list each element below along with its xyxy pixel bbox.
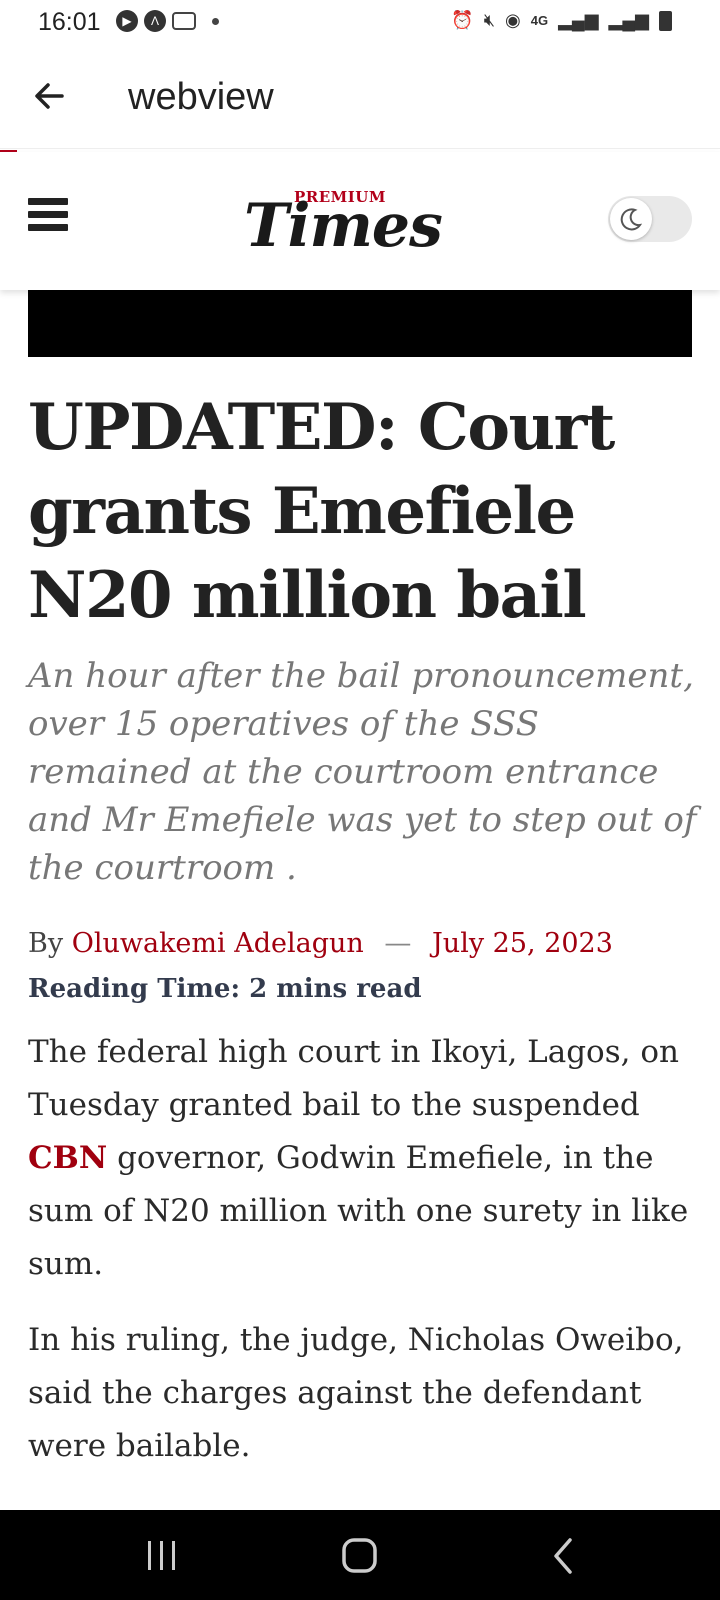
article-paragraph: In his ruling, the judge, Nicholas Oweib… xyxy=(28,1322,684,1464)
moon-icon xyxy=(620,208,643,231)
ad-banner xyxy=(28,290,692,357)
recent-apps-button[interactable] xyxy=(138,1532,186,1580)
alarm-icon: ⏰ xyxy=(451,10,474,30)
hotspot-icon: ◉ xyxy=(505,10,521,30)
article-paragraph: The federal high court in Ikoyi, Lagos, … xyxy=(28,1026,692,1291)
mute-icon: 🔇︎ xyxy=(483,10,496,30)
hamburger-icon-bar xyxy=(28,211,68,218)
app-bar-title: webview xyxy=(128,76,274,118)
back-nav-button[interactable] xyxy=(540,1532,588,1580)
signal-icon: ▂▄▆ xyxy=(558,10,599,30)
logo-times-text: Times xyxy=(244,191,443,261)
home-icon xyxy=(342,1538,377,1573)
chevron-left-icon xyxy=(554,1538,572,1574)
notification-icons: ▶ Λ xyxy=(116,10,219,32)
back-arrow-icon xyxy=(35,83,64,109)
byline: By Oluwakemi Adelagun — July 25, 2023 xyxy=(28,928,613,959)
battery-icon xyxy=(659,10,672,31)
system-icons: ⏰ 🔇︎ ◉ 4G ▂▄▆ ▂▄▆ xyxy=(451,10,672,31)
play-icon: ▶ xyxy=(116,10,138,32)
hamburger-icon-bar xyxy=(28,198,68,205)
dark-mode-toggle[interactable] xyxy=(608,196,692,242)
site-header: PREMIUM Times xyxy=(0,152,720,290)
app-bar: webview xyxy=(0,46,720,149)
home-button[interactable] xyxy=(336,1532,384,1580)
status-bar: 16:01 ▶ Λ ⏰ 🔇︎ ◉ 4G ▂▄▆ ▂▄▆ xyxy=(0,0,720,46)
author-link[interactable]: Oluwakemi Adelagun xyxy=(72,928,364,959)
camera-icon xyxy=(172,12,196,30)
article-excerpt: An hour after the bail pronouncement, ov… xyxy=(28,656,697,888)
toggle-knob xyxy=(610,198,652,240)
app-notification-icon: Λ xyxy=(144,10,166,32)
back-button[interactable] xyxy=(30,76,70,116)
publish-date[interactable]: July 25, 2023 xyxy=(432,928,613,959)
reading-time: Reading Time: 2 mins read xyxy=(28,974,422,1004)
byline-separator: — xyxy=(384,928,412,959)
network-type-label: 4G xyxy=(530,13,549,28)
premium-times-logo[interactable]: PREMIUM Times xyxy=(244,188,443,258)
recent-apps-icon xyxy=(148,1541,175,1570)
more-notifications-icon xyxy=(212,17,219,25)
byline-prefix: By xyxy=(28,928,64,959)
menu-button[interactable] xyxy=(28,198,68,238)
paragraph-text: governor, Godwin Emefiele, in the sum of… xyxy=(28,1140,689,1282)
cbn-link[interactable]: CBN xyxy=(28,1140,107,1176)
hamburger-icon-bar xyxy=(28,224,68,231)
status-time: 16:01 xyxy=(38,8,101,36)
paragraph-text: The federal high court in Ikoyi, Lagos, … xyxy=(28,1034,679,1123)
system-nav-bar xyxy=(0,1510,720,1600)
article-headline: UPDATED: Court grants Emefiele N20 milli… xyxy=(28,390,615,633)
signal-icon-2: ▂▄▆ xyxy=(608,10,649,30)
